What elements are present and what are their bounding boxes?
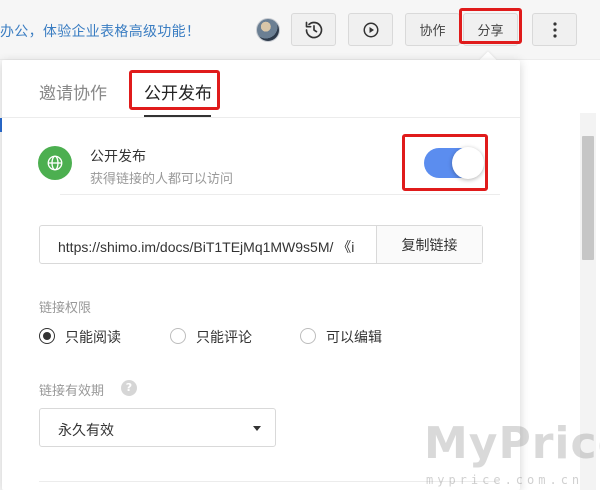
radio-label-read-only[interactable]: 只能阅读	[65, 327, 121, 347]
public-publish-toggle[interactable]	[424, 147, 484, 179]
present-button[interactable]	[348, 13, 393, 46]
globe-icon	[38, 146, 72, 180]
share-link-field[interactable]: https://shimo.im/docs/BiT1TEjMq1MW9s5M/ …	[39, 225, 483, 264]
public-publish-subtitle: 获得链接的人都可以访问	[90, 172, 234, 187]
radio-label-can-edit[interactable]: 可以编辑	[326, 327, 382, 347]
validity-select[interactable]: 永久有效	[39, 408, 276, 447]
more-button[interactable]	[532, 13, 577, 46]
copy-link-button[interactable]: 复制链接	[376, 226, 482, 263]
radio-read-only[interactable]	[39, 328, 55, 344]
play-icon	[362, 21, 380, 39]
more-vertical-icon	[552, 21, 557, 38]
tab-public-publish[interactable]: 公开发布	[144, 79, 212, 104]
radio-can-edit[interactable]	[300, 328, 316, 344]
public-publish-title: 公开发布	[90, 149, 146, 165]
radio-label-comment-only[interactable]: 只能评论	[196, 327, 252, 347]
divider	[60, 194, 500, 195]
top-bar: 办公，体验企业表格高级功能！ 协作 分享	[0, 0, 600, 60]
share-button[interactable]: 分享	[463, 13, 518, 46]
tab-invite-collaborate[interactable]: 邀请协作	[39, 79, 107, 104]
watermark-logo: MyPrice	[424, 418, 600, 469]
upgrade-promo-link[interactable]: 办公，体验企业表格高级功能！	[0, 21, 200, 41]
validity-select-value: 永久有效	[58, 423, 114, 439]
history-icon	[304, 20, 324, 40]
caret-down-icon	[253, 426, 261, 431]
user-avatar[interactable]	[256, 18, 280, 42]
radio-comment-only[interactable]	[170, 328, 186, 344]
watermark-url: myprice.com.cn	[426, 473, 584, 487]
active-tab-indicator	[144, 115, 211, 117]
link-permission-label: 链接权限	[39, 301, 92, 316]
collaborate-button[interactable]: 协作	[405, 13, 460, 46]
share-tabs: 邀请协作 公开发布	[2, 60, 520, 118]
help-icon[interactable]: ?	[121, 380, 137, 396]
history-button[interactable]	[291, 13, 336, 46]
toggle-knob	[452, 147, 484, 179]
link-validity-label: 链接有效期	[39, 384, 105, 399]
scrollbar-thumb[interactable]	[582, 136, 594, 260]
share-link-url[interactable]: https://shimo.im/docs/BiT1TEjMq1MW9s5M/ …	[58, 237, 358, 257]
